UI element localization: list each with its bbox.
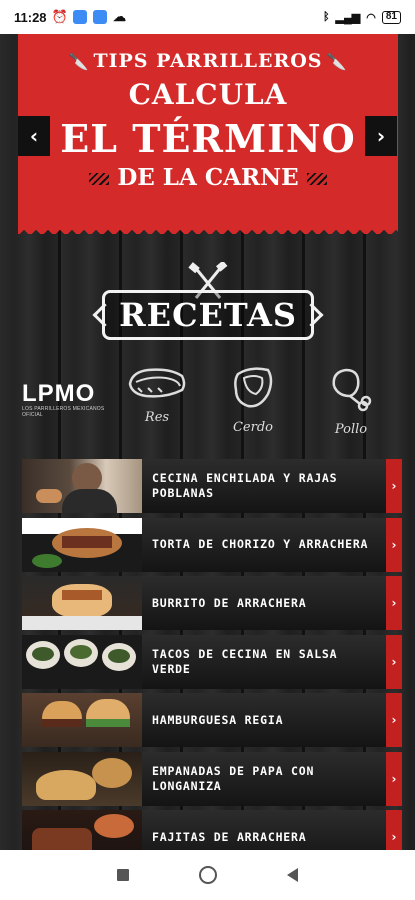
stripes-decoration <box>89 173 110 185</box>
recipe-title: FAJITAS DE ARRACHERA <box>152 829 307 844</box>
recetas-heading: RECETAS <box>102 290 314 340</box>
knife-icon: 🔪 <box>68 52 90 71</box>
alarm-icon: ⏰ <box>51 9 68 24</box>
recipe-row[interactable]: EMPANADAS DE PAPA CON LONGANIZA › <box>22 751 402 806</box>
chevron-right-icon: › <box>386 693 402 747</box>
recipe-thumbnail <box>22 576 142 630</box>
navigation-bar <box>0 850 415 900</box>
category-label: Res <box>144 410 170 425</box>
recipe-thumbnail <box>22 634 142 689</box>
stripes-decoration <box>306 173 327 185</box>
cloud-icon: ☁ <box>113 9 127 24</box>
chevron-left-icon: ‹ <box>29 124 39 148</box>
recipe-row[interactable]: TORTA DE CHORIZO Y ARRACHERA › <box>22 517 402 572</box>
chevron-right-icon: › <box>386 576 402 630</box>
signal-icon: ▂▄▆ <box>335 11 361 24</box>
status-bar: 11:28 ⏰ ☁ ᛒ ▂▄▆ ◠ 81 <box>0 0 415 34</box>
bluetooth-icon: ᛒ <box>322 11 330 23</box>
chevron-right-icon: › <box>386 810 402 850</box>
back-button[interactable] <box>287 868 298 882</box>
recipe-title: HAMBURGUESA REGIA <box>152 712 284 727</box>
recipe-title: CECINA ENCHILADA Y RAJAS POBLANAS <box>152 471 338 500</box>
recipe-thumbnail <box>22 459 142 513</box>
banner-next-button[interactable]: › <box>365 116 397 156</box>
banner-tag: 🔪 TIPS PARRILLEROS 🔪 <box>68 50 348 72</box>
recipe-title: TORTA DE CHORIZO Y ARRACHERA <box>152 537 369 551</box>
banner-title-line1: CALCULA <box>128 78 288 111</box>
category-pollo[interactable]: Pollo <box>316 364 386 437</box>
knife-icon: 🔪 <box>326 52 348 71</box>
promo-banner[interactable]: 🔪 TIPS PARRILLEROS 🔪 CALCULA EL TÉRMINO DE… <box>18 34 398 234</box>
pork-chop-icon <box>234 367 273 408</box>
chevron-right-icon: › <box>376 124 386 148</box>
recents-button[interactable] <box>117 869 129 881</box>
chevron-right-icon: › <box>386 459 402 513</box>
app-icon <box>92 10 107 24</box>
recipe-row[interactable]: TACOS DE CECINA EN SALSA VERDE › <box>22 634 402 689</box>
category-label: Cerdo <box>232 420 273 435</box>
lpmo-logo[interactable]: LPMO LOS PARRILLEROS MEXICANOS OFICIAL <box>22 382 108 419</box>
banner-title-line3: DE LA CARNE <box>18 164 398 191</box>
chicken-leg-icon <box>332 368 372 412</box>
recipe-thumbnail <box>22 693 142 747</box>
app-icon <box>72 10 87 24</box>
category-label: Pollo <box>334 422 368 437</box>
banner-title-line2: EL TÉRMINO <box>60 116 356 161</box>
chevron-right-icon: › <box>386 751 402 806</box>
recipe-thumbnail <box>22 517 142 572</box>
home-button[interactable] <box>199 866 217 884</box>
wifi-icon: ◠ <box>366 11 376 24</box>
recipe-thumbnail <box>22 810 142 850</box>
recipe-title: EMPANADAS DE PAPA CON LONGANIZA <box>152 763 315 793</box>
banner-prev-button[interactable]: ‹ <box>18 116 50 156</box>
recipe-row[interactable]: FAJITAS DE ARRACHERA › <box>22 810 402 850</box>
recipe-row[interactable]: HAMBURGUESA REGIA › <box>22 693 402 747</box>
recipe-list: CECINA ENCHILADA Y RAJAS POBLANAS › TORT… <box>22 459 402 850</box>
category-cerdo[interactable]: Cerdo <box>218 364 288 435</box>
battery-icon: 81 <box>381 10 401 24</box>
status-time: 11:28 <box>14 9 47 25</box>
category-res[interactable]: Res <box>122 364 192 425</box>
recipe-title: BURRITO DE ARRACHERA <box>152 595 307 610</box>
recipe-title: TACOS DE CECINA EN SALSA VERDE <box>152 646 338 676</box>
main-content: 🔪 TIPS PARRILLEROS 🔪 CALCULA EL TÉRMINO DE… <box>0 34 415 850</box>
steak-icon <box>128 368 186 398</box>
chevron-right-icon: › <box>386 634 402 689</box>
chevron-right-icon: › <box>386 517 402 572</box>
recipe-thumbnail <box>22 751 142 806</box>
recipe-row[interactable]: BURRITO DE ARRACHERA › <box>22 576 402 630</box>
recipe-row[interactable]: CECINA ENCHILADA Y RAJAS POBLANAS › <box>22 459 402 513</box>
